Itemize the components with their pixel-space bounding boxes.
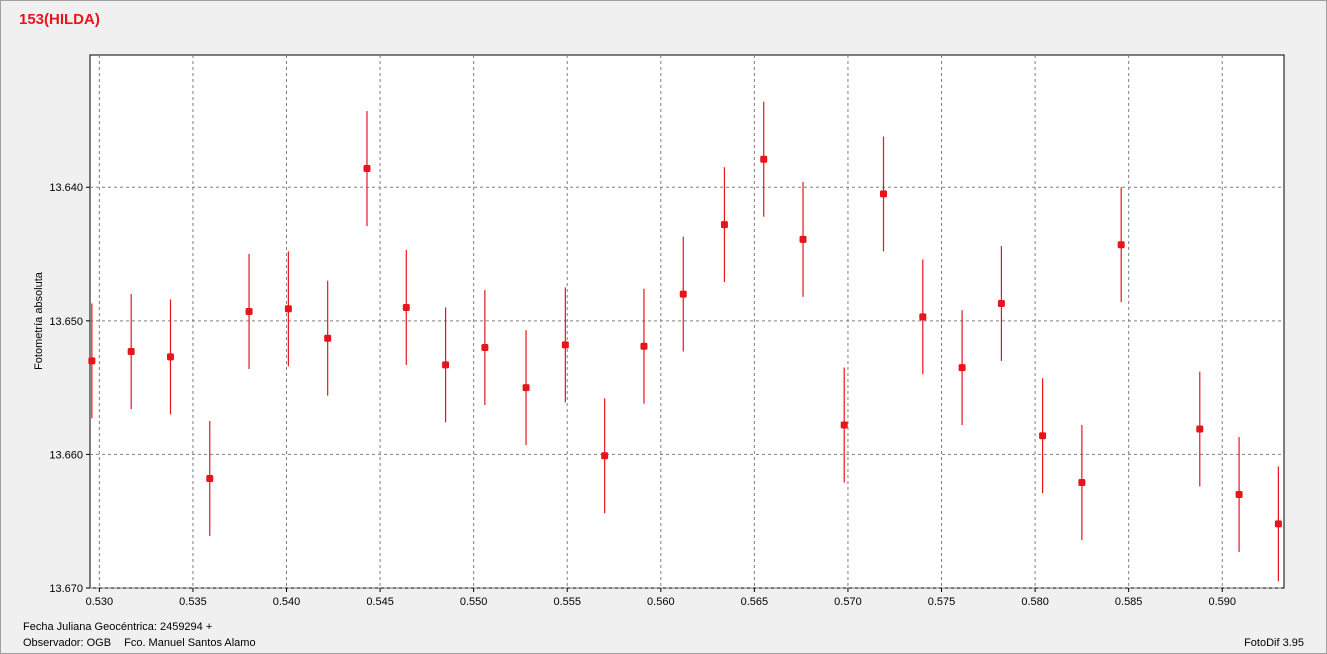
y-tick-label: 13.650: [49, 316, 83, 328]
y-tick-label: 13.640: [49, 182, 83, 194]
data-point: [166, 353, 174, 361]
x-tick-label: 0.530: [86, 596, 114, 608]
x-tick-label: 0.565: [741, 596, 769, 608]
data-point: [245, 307, 253, 315]
data-point: [760, 155, 768, 163]
data-point: [522, 384, 530, 392]
x-tick-label: 0.570: [834, 596, 862, 608]
x-axis-ticks: 0.530 0.535 0.540 0.545 0.550 0.555 0.560 0.565…: [86, 588, 1236, 608]
footer-observer: Observador: OGB Fco. Manuel Santos Alamo: [23, 637, 266, 649]
data-point: [679, 290, 687, 298]
x-tick-label: 0.590: [1208, 596, 1236, 608]
data-point: [442, 361, 450, 369]
data-point: [324, 334, 332, 342]
x-tick-label: 0.575: [928, 596, 956, 608]
footer-julian-date: Fecha Juliana Geocéntrica: 2459294 +: [23, 621, 213, 633]
x-tick-label: 0.560: [647, 596, 675, 608]
data-point: [88, 357, 96, 365]
data-point: [284, 305, 292, 313]
data-point: [402, 303, 410, 311]
data-point: [919, 313, 927, 321]
y-axis-label: Fotometría absoluta: [33, 271, 45, 370]
y-tick-label: 13.670: [49, 583, 83, 595]
data-point: [481, 344, 489, 352]
data-point: [997, 299, 1005, 307]
data-point: [561, 341, 569, 349]
x-tick-label: 0.555: [553, 596, 581, 608]
x-tick-label: 0.550: [460, 596, 488, 608]
data-point: [840, 421, 848, 429]
observer-name: Fco. Manuel Santos Alamo: [124, 637, 256, 649]
chart-svg: 0.530 0.535 0.540 0.545 0.550 0.555 0.560 0.565…: [33, 54, 1285, 608]
data-point: [1196, 425, 1204, 433]
data-point: [1235, 490, 1243, 498]
chart-window: 153(HILDA) 0.530 0.535 0.540 0.545 0.550 0.55…: [0, 0, 1327, 654]
data-point: [880, 190, 888, 198]
y-tick-label: 13.660: [49, 449, 83, 461]
x-tick-label: 0.540: [273, 596, 301, 608]
footer-version: FotoDif 3.95: [1244, 637, 1304, 649]
x-tick-label: 0.545: [366, 596, 394, 608]
data-point: [601, 452, 609, 460]
data-point: [799, 235, 807, 243]
data-point: [1039, 432, 1047, 440]
x-tick-label: 0.580: [1021, 596, 1049, 608]
data-point: [127, 348, 135, 356]
y-axis-ticks: 13.640 13.650 13.660 13.670: [49, 182, 90, 595]
data-point: [1274, 520, 1282, 528]
plot-area: [89, 54, 1285, 589]
data-point: [720, 221, 728, 229]
data-point: [363, 165, 371, 173]
data-point: [1078, 478, 1086, 486]
x-tick-label: 0.585: [1115, 596, 1143, 608]
data-point: [1117, 241, 1125, 249]
data-point: [958, 364, 966, 372]
data-point: [640, 342, 648, 350]
data-point: [206, 474, 214, 482]
observer-code: Observador: OGB: [23, 637, 112, 649]
x-tick-label: 0.535: [179, 596, 207, 608]
